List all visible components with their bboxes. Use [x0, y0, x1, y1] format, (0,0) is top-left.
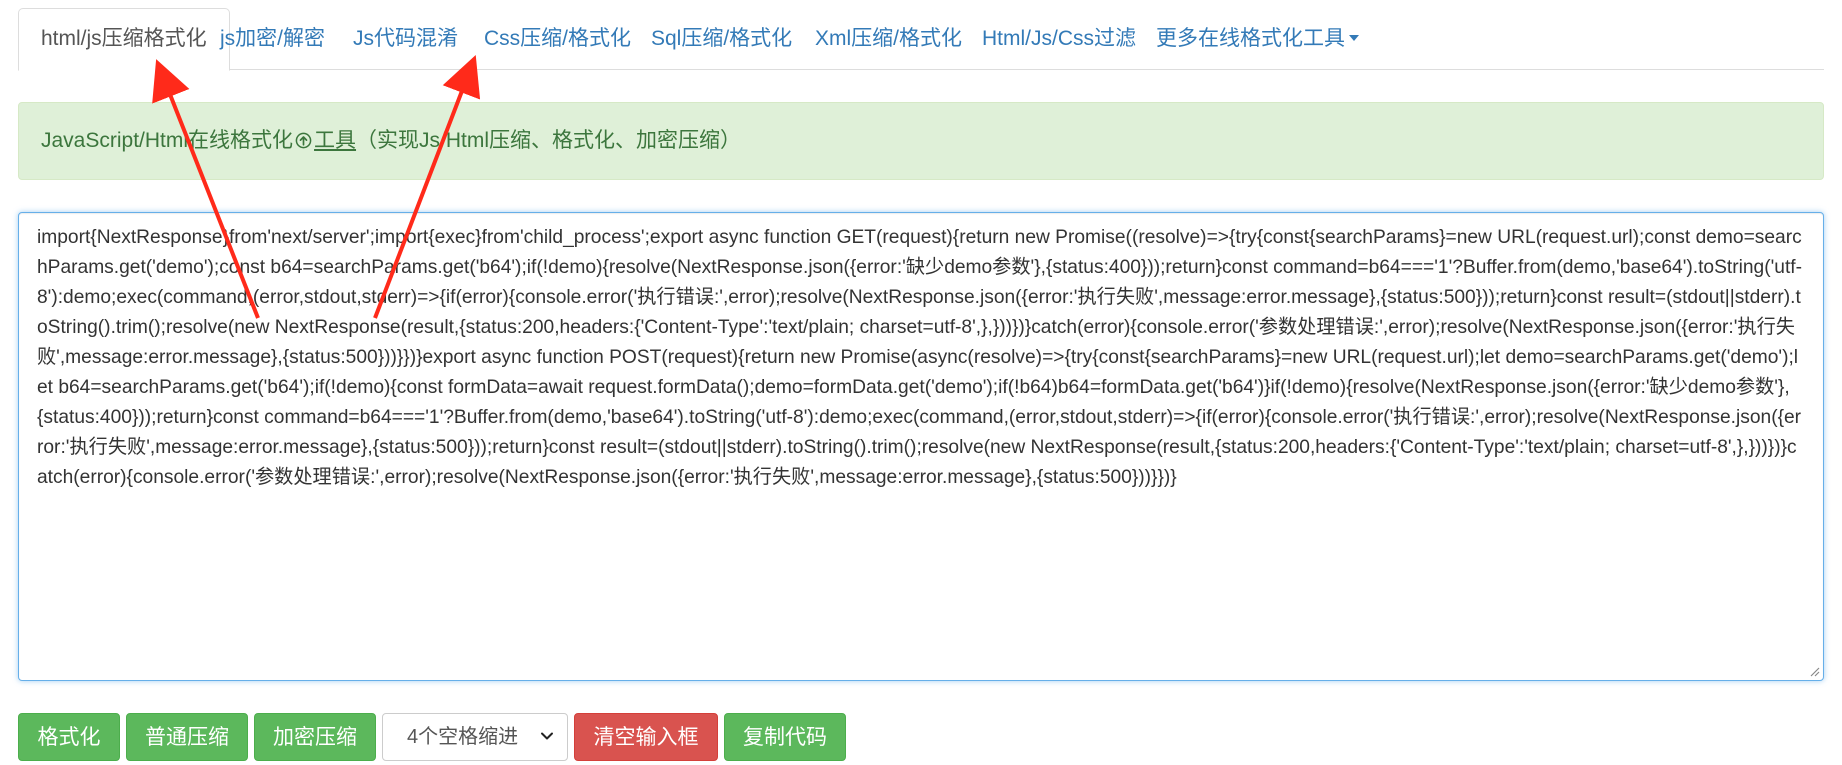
tab-label: Html/Js/Css过滤	[982, 27, 1136, 50]
indent-select[interactable]: 4个空格缩进	[382, 713, 568, 761]
info-banner: JavaScript/Html在线格式化 工具（实现Js/Html压缩、格式化、加…	[18, 102, 1824, 180]
compress-button[interactable]: 普通压缩	[126, 713, 248, 761]
resize-handle-icon[interactable]	[1808, 665, 1820, 677]
tab-bar: html/js压缩格式化 js加密/解密 Js代码混淆 Css压缩/格式化 Sq…	[18, 8, 1824, 71]
caret-down-icon	[1349, 35, 1359, 42]
chevron-down-icon	[541, 732, 553, 740]
tab-label: Xml压缩/格式化	[815, 27, 962, 50]
tab-label: js加密/解密	[220, 27, 325, 50]
copy-code-button[interactable]: 复制代码	[724, 713, 846, 761]
code-content[interactable]: import{NextResponse}from'next/server';im…	[37, 223, 1805, 493]
tab-xml-format[interactable]: Xml压缩/格式化	[793, 8, 984, 70]
tab-js-encrypt[interactable]: js加密/解密	[198, 8, 347, 70]
tab-html-filter[interactable]: Html/Js/Css过滤	[960, 8, 1158, 70]
tab-css-format[interactable]: Css压缩/格式化	[462, 8, 653, 70]
tab-more-tools-dropdown[interactable]: 更多在线格式化工具	[1134, 8, 1381, 70]
tab-label: Js代码混淆	[353, 27, 458, 50]
tab-js-obfuscate[interactable]: Js代码混淆	[331, 8, 480, 70]
tab-label: 更多在线格式化工具	[1156, 27, 1345, 50]
indent-select-value: 4个空格缩进	[407, 726, 519, 748]
tool-link[interactable]: 工具	[314, 129, 356, 152]
code-input-textarea[interactable]: import{NextResponse}from'next/server';im…	[18, 212, 1824, 681]
tab-sql-format[interactable]: Sql压缩/格式化	[629, 8, 814, 70]
circle-arrow-up-icon	[295, 132, 312, 149]
encrypt-compress-button[interactable]: 加密压缩	[254, 713, 376, 761]
clear-input-button[interactable]: 清空输入框	[574, 713, 718, 761]
tab-label: Sql压缩/格式化	[651, 27, 793, 50]
tab-label: html/js压缩格式化	[41, 27, 207, 50]
tab-label: Css压缩/格式化	[484, 27, 631, 50]
info-suffix: （实现Js/Html压缩、格式化、加密压缩）	[356, 129, 742, 152]
info-text: JavaScript/Html在线格式化	[41, 129, 294, 152]
format-button[interactable]: 格式化	[18, 713, 120, 761]
